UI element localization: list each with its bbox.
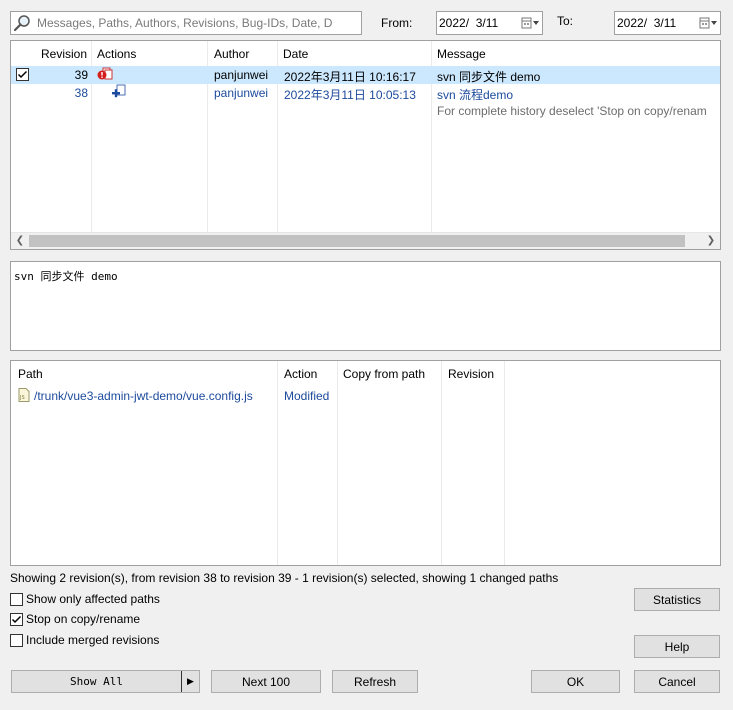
column-header-path[interactable]: Path [18, 367, 43, 381]
refresh-button[interactable]: Refresh [332, 670, 418, 693]
history-hint-text: For complete history deselect 'Stop on c… [437, 104, 707, 118]
changed-path-text: /trunk/vue3-admin-jwt-demo/vue.config.js [34, 389, 253, 403]
scroll-left-icon[interactable]: ❮ [12, 234, 28, 248]
cancel-button[interactable]: Cancel [634, 670, 720, 693]
changed-path-action: Modified [284, 389, 330, 403]
revision-row[interactable]: 39 panjunwei 2022年3月11日 10:16:17 svn 同步文… [11, 66, 720, 84]
stop-on-copy-label: Stop on copy/rename [26, 612, 141, 626]
statistics-button[interactable]: Statistics [634, 588, 720, 611]
checkbox-box[interactable] [10, 592, 23, 606]
revision-message: svn 流程demo [437, 88, 514, 102]
to-label: To: [557, 14, 574, 28]
scrollbar-thumb[interactable] [29, 235, 685, 247]
checkbox-box[interactable] [10, 612, 23, 626]
revision-message: svn 同步文件 demo [437, 70, 541, 84]
revision-date: 2022年3月11日 10:05:13 [284, 88, 416, 102]
ok-button[interactable]: OK [531, 670, 620, 693]
from-label: From: [381, 16, 413, 30]
column-header-path-revision[interactable]: Revision [448, 367, 494, 381]
revision-checkbox[interactable] [16, 68, 29, 84]
revision-row[interactable]: 38 panjunwei 2022年3月11日 10:05:13 svn 流程d… [11, 84, 720, 103]
column-header-author[interactable]: Author [214, 47, 249, 61]
magnifier-icon [11, 12, 35, 34]
stop-on-copy-checkbox[interactable]: Stop on copy/rename [10, 612, 140, 626]
changed-paths-list[interactable]: Path Action Copy from path Revision JS /… [10, 360, 721, 566]
history-hint-row: For complete history deselect 'Stop on c… [11, 102, 720, 120]
include-merged-checkbox[interactable]: Include merged revisions [10, 633, 159, 647]
include-merged-label: Include merged revisions [26, 633, 160, 647]
column-header-actions[interactable]: Actions [97, 47, 136, 61]
search-box[interactable] [10, 11, 362, 35]
to-date-picker[interactable]: 2022/ 3/11 [614, 11, 721, 35]
status-text: Showing 2 revision(s), from revision 38 … [10, 571, 559, 585]
column-header-revision[interactable]: Revision [41, 47, 87, 61]
search-input[interactable] [35, 13, 361, 33]
show-all-split-button[interactable]: Show All ▶ [11, 670, 200, 693]
revision-number: 39 [74, 68, 88, 82]
column-header-date[interactable]: Date [283, 47, 308, 61]
revision-author: panjunwei [214, 68, 269, 82]
column-header-message[interactable]: Message [437, 47, 486, 61]
changed-path-row[interactable]: JS /trunk/vue3-admin-jwt-demo/vue.config… [11, 387, 720, 405]
added-file-icon [111, 84, 127, 103]
js-file-icon: JS [18, 388, 30, 405]
dropdown-arrow-icon[interactable]: ▶ [181, 671, 199, 692]
affected-paths-label: Show only affected paths [26, 592, 160, 606]
scroll-right-icon[interactable]: ❯ [703, 234, 719, 248]
column-header-copy-from[interactable]: Copy from path [343, 367, 425, 381]
log-message-box[interactable]: svn 同步文件 demo [10, 261, 721, 351]
calendar-dropdown-icon[interactable] [520, 13, 542, 33]
log-message-text: svn 同步文件 demo [14, 270, 118, 283]
horizontal-scrollbar[interactable]: ❮ ❯ [11, 232, 720, 249]
error-modified-icon [97, 67, 113, 84]
revision-number: 38 [74, 86, 88, 100]
show-all-button[interactable]: Show All [12, 671, 181, 692]
revision-date: 2022年3月11日 10:16:17 [284, 70, 416, 84]
checkbox-box[interactable] [10, 633, 23, 647]
affected-paths-checkbox[interactable]: Show only affected paths [10, 592, 160, 606]
from-date-value: 2022/ 3/11 [439, 16, 499, 30]
calendar-dropdown-icon[interactable] [698, 13, 720, 33]
revision-list[interactable]: Revision Actions Author Date Message 39 … [10, 40, 721, 250]
to-date-value: 2022/ 3/11 [617, 16, 677, 30]
column-header-action[interactable]: Action [284, 367, 317, 381]
revision-author: panjunwei [214, 86, 269, 100]
from-date-picker[interactable]: 2022/ 3/11 [436, 11, 543, 35]
svg-text:JS: JS [19, 395, 25, 401]
help-button[interactable]: Help [634, 635, 720, 658]
next-100-button[interactable]: Next 100 [211, 670, 321, 693]
